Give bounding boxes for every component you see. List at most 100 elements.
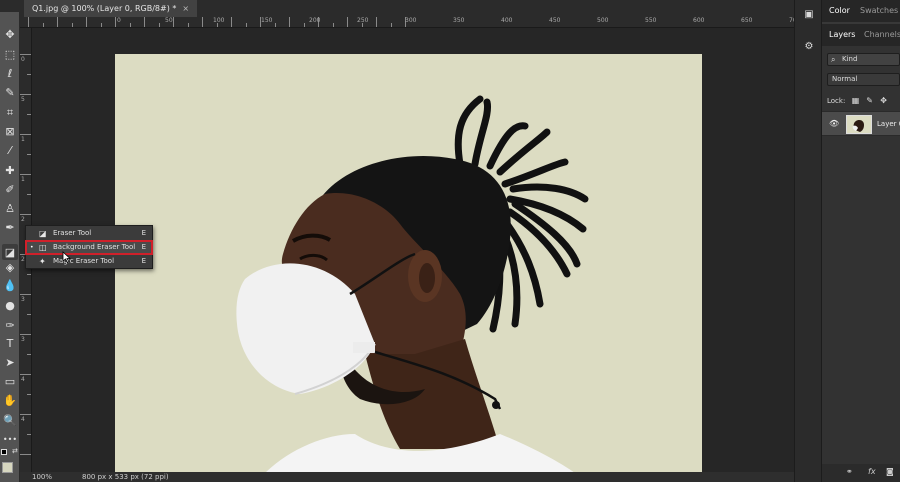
clone-stamp-tool-icon[interactable]: ♙: [2, 200, 18, 216]
flyout-item-magic-eraser[interactable]: ✦ Magic Eraser Tool E: [26, 255, 152, 268]
ruler-number: 400: [501, 17, 513, 24]
document-tab[interactable]: Q1.jpg @ 100% (Layer 0, RGB/8#) * ×: [24, 0, 198, 17]
link-icon[interactable]: ⚭: [846, 467, 853, 476]
blend-mode-label: Normal: [832, 75, 858, 83]
close-tab-icon[interactable]: ×: [182, 4, 189, 13]
visibility-eye-icon[interactable]: 👁: [829, 119, 839, 129]
fx-icon[interactable]: fx: [868, 467, 876, 476]
ruler-tick: [27, 274, 31, 275]
ruler-tick: [27, 114, 31, 115]
default-colors-icon[interactable]: [1, 449, 7, 455]
ruler-tick: [42, 23, 44, 27]
panel-dock: ▣ ⚙: [794, 0, 822, 482]
tools-panel: ⇄ ✥ ⬚ ℓ ✎ ⌗ ⊠ ⁄ ✚ ✐ ♙ ✒ ◪ ◈ 💧 ● ✑ T ➤ ▭ ✋ 🔍 •••: [0, 12, 20, 482]
blur-tool-icon[interactable]: 💧: [2, 277, 18, 293]
ruler-number: 3: [21, 336, 25, 343]
ruler-tick: [129, 23, 131, 27]
move-tool-icon[interactable]: ✥: [2, 26, 18, 42]
paint-bucket-tool-icon[interactable]: ◈: [2, 259, 18, 275]
ruler-tick: [347, 17, 348, 27]
blend-mode-select[interactable]: Normal: [827, 73, 900, 86]
magic-eraser-icon: ✦: [39, 257, 46, 266]
lock-row: Lock: ▦✎✥▭: [827, 95, 900, 117]
lock-position-icon[interactable]: ✥: [878, 95, 890, 107]
ruler-tick: [57, 17, 58, 27]
flyout-item-eraser[interactable]: ◪ Eraser Tool E: [26, 227, 152, 240]
tab-channels[interactable]: Channels: [864, 24, 900, 46]
ruler-number: 5: [21, 96, 25, 103]
flyout-item-shortcut: E: [141, 229, 146, 237]
eraser-tool-icon[interactable]: ◪: [2, 244, 18, 260]
dodge-tool-icon[interactable]: ●: [2, 297, 18, 313]
document-tab-title: Q1.jpg @ 100% (Layer 0, RGB/8#) *: [32, 4, 177, 13]
ruler-tick: [20, 94, 31, 95]
ruler-tick: [20, 374, 31, 375]
mask-icon[interactable]: ◙: [886, 467, 894, 476]
flyout-item-shortcut: E: [141, 243, 146, 251]
ruler-number: 0: [117, 17, 121, 24]
history-brush-tool-icon[interactable]: ✒: [2, 219, 18, 235]
document-image[interactable]: [115, 54, 702, 472]
flyout-item-background-eraser[interactable]: • ◫ Background Eraser Tool E: [25, 240, 153, 255]
ruler-tick: [86, 17, 87, 27]
ruler-number: 1: [21, 136, 25, 143]
pen-tool-icon[interactable]: ✑: [2, 317, 18, 333]
ruler-tick: [173, 17, 174, 27]
ruler-tick: [27, 434, 31, 435]
ruler-tick: [376, 17, 377, 27]
layer-name[interactable]: Layer 0: [877, 112, 900, 137]
portrait-photo: [115, 54, 702, 472]
ruler-number: 200: [309, 17, 321, 24]
zoom-level[interactable]: 100%: [32, 472, 52, 482]
ruler-tick: [20, 214, 31, 215]
marquee-tool-icon[interactable]: ⬚: [2, 46, 18, 62]
ruler-tick: [332, 23, 334, 27]
healing-brush-tool-icon[interactable]: ✚: [2, 162, 18, 178]
layer-thumbnail: [846, 115, 872, 134]
lock-transparent-icon[interactable]: ▦: [850, 95, 862, 107]
tab-color[interactable]: Color: [829, 0, 850, 22]
tab-swatches[interactable]: Swatches: [860, 0, 898, 22]
zoom-tool-icon[interactable]: 🔍: [2, 412, 18, 428]
ruler-number: 3: [21, 296, 25, 303]
layer-filter-kind[interactable]: ⌕ Kind: [827, 53, 900, 66]
ruler-tick: [27, 394, 31, 395]
eyedropper-tool-icon[interactable]: ⁄: [2, 142, 18, 158]
ruler-tick: [187, 23, 189, 27]
ruler-number: 0: [21, 56, 25, 63]
lock-paint-icon[interactable]: ✎: [864, 95, 876, 107]
layers-panel-tabs: Layers Channels: [822, 24, 900, 46]
ruler-tick: [71, 23, 73, 27]
quick-selection-tool-icon[interactable]: ✎: [2, 84, 18, 100]
layer-row[interactable]: 👁 Layer 0: [822, 111, 900, 136]
hand-tool-icon[interactable]: ✋: [2, 392, 18, 408]
ruler-number: 500: [597, 17, 609, 24]
properties-panel-icon[interactable]: ⚙: [802, 40, 816, 54]
history-panel-icon[interactable]: ▣: [802, 8, 816, 22]
ruler-tick: [20, 174, 31, 175]
ruler-number: 150: [261, 17, 273, 24]
ruler-tick: [20, 134, 31, 135]
ruler-tick: [20, 334, 31, 335]
swap-colors-icon[interactable]: ⇄: [12, 448, 19, 455]
path-selection-tool-icon[interactable]: ➤: [2, 354, 18, 370]
document-info[interactable]: 800 px x 533 px (72 ppi): [82, 472, 169, 482]
tab-layers[interactable]: Layers: [829, 24, 855, 46]
ruler-number: 4: [21, 376, 25, 383]
crop-tool-icon[interactable]: ⌗: [2, 104, 18, 120]
rectangle-tool-icon[interactable]: ▭: [2, 373, 18, 389]
lasso-tool-icon[interactable]: ℓ: [2, 65, 18, 81]
type-tool-icon[interactable]: T: [2, 335, 18, 351]
ruler-number: 100: [213, 17, 225, 24]
frame-tool-icon[interactable]: ⊠: [2, 123, 18, 139]
ruler-tick: [115, 17, 116, 27]
more-tools-icon[interactable]: •••: [2, 432, 18, 448]
brush-tool-icon[interactable]: ✐: [2, 181, 18, 197]
ruler-number: 1: [21, 176, 25, 183]
eraser-icon: ◪: [39, 229, 47, 238]
foreground-color-swatch[interactable]: [2, 462, 13, 473]
ruler-tick: [202, 17, 203, 27]
ruler-tick: [100, 23, 102, 27]
ruler-tick: [20, 414, 31, 415]
layer-filter-kind-label: Kind: [842, 55, 858, 63]
